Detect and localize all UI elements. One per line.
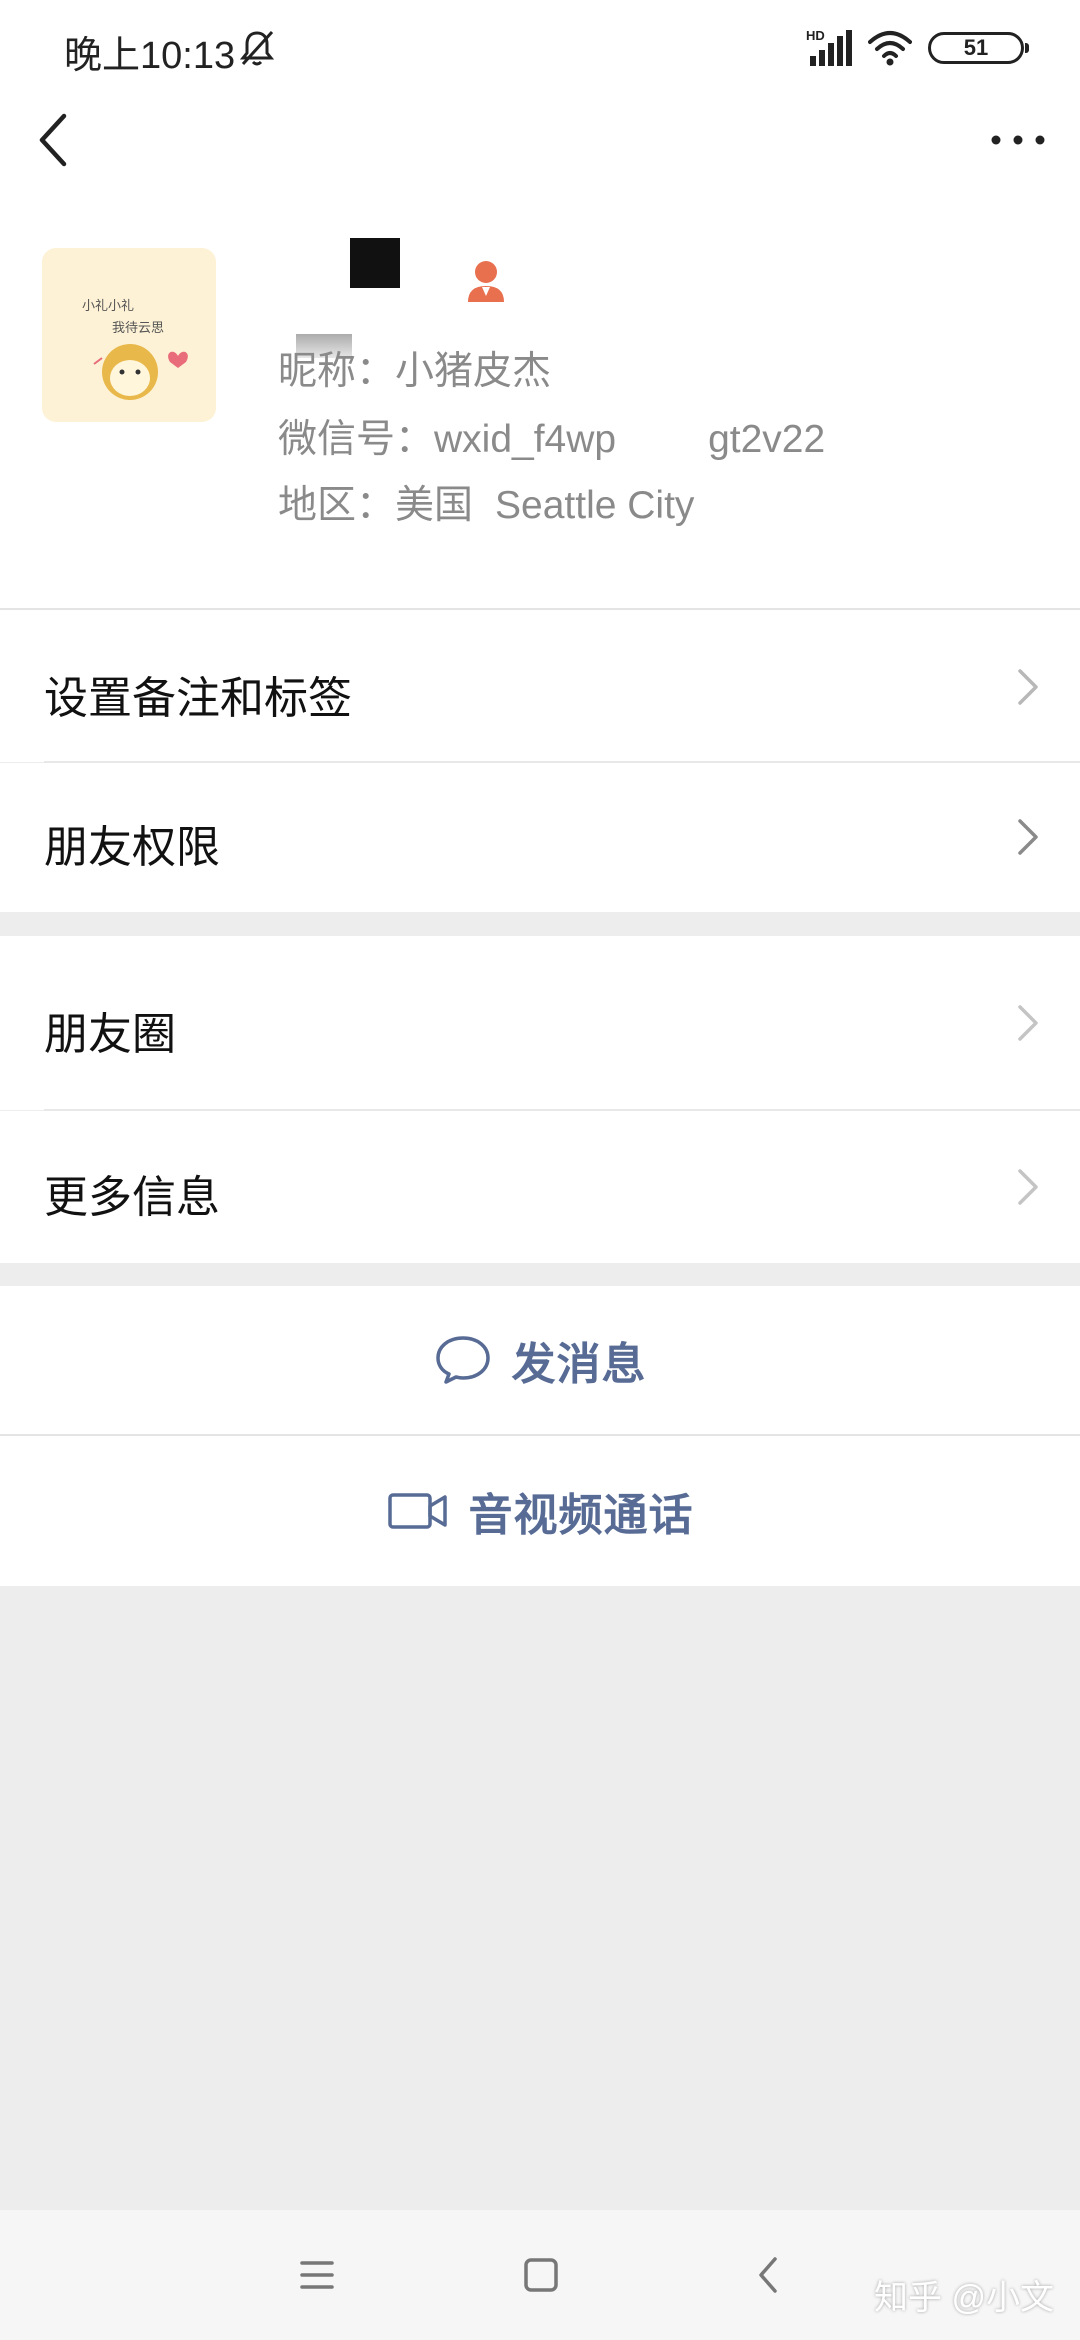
chevron-right-icon bbox=[1018, 669, 1038, 705]
wechat-id-text: 微信号：wxid_f4wp gt2v22 bbox=[278, 408, 825, 464]
video-call-button[interactable]: 音视频通话 bbox=[0, 1436, 1080, 1586]
row-more-info-label: 更多信息 bbox=[44, 1173, 220, 1222]
chevron-right-icon bbox=[1018, 1169, 1038, 1205]
avatar[interactable]: 小礼小礼 我待云思 bbox=[42, 248, 216, 422]
header-divider bbox=[0, 608, 1080, 610]
region-city: Seattle City bbox=[495, 484, 695, 527]
region-country: 地区：美国 bbox=[278, 484, 474, 527]
chevron-right-icon bbox=[1018, 1005, 1038, 1041]
battery-icon: 51 bbox=[928, 32, 1029, 64]
chevron-right-icon bbox=[1018, 819, 1038, 855]
row-moments[interactable]: 朋友圈 bbox=[0, 936, 1080, 1110]
avatar-illustration: 小礼小礼 我待云思 bbox=[82, 298, 188, 400]
row-moments-label: 朋友圈 bbox=[44, 1010, 176, 1059]
chat-bubble-icon bbox=[435, 1336, 490, 1384]
row-remark-label: 设置备注和标签 bbox=[44, 674, 352, 723]
row-remark-and-tags[interactable]: 设置备注和标签 bbox=[0, 612, 1080, 762]
wifi-icon bbox=[868, 31, 912, 66]
watermark-text: 知乎 @小文 bbox=[874, 2279, 1054, 2317]
nickname-text: 昵称：小猪皮杰 bbox=[278, 350, 552, 393]
user-badge-icon bbox=[468, 261, 504, 302]
row-more-info[interactable]: 更多信息 bbox=[0, 1111, 1080, 1263]
row-friend-permissions[interactable]: 朋友权限 bbox=[0, 763, 1080, 912]
bell-muted-icon bbox=[239, 30, 275, 66]
back-arrow-icon[interactable] bbox=[30, 108, 80, 172]
redacted-name-block bbox=[350, 238, 400, 288]
home-square-icon[interactable] bbox=[516, 2250, 566, 2300]
status-time: 晚上10:13 bbox=[64, 35, 236, 77]
contact-profile-screen: 晚上10:13 HD 51 小礼小礼 我待云思 昵称：小猪皮杰 微信号：wxid… bbox=[0, 0, 1080, 2340]
signal-icon: HD bbox=[806, 28, 852, 66]
status-bar: 晚上10:13 HD 51 bbox=[0, 0, 1080, 96]
back-triangle-icon[interactable] bbox=[744, 2250, 794, 2300]
profile-header: 晚上10:13 HD 51 小礼小礼 我待云思 昵称：小猪皮杰 微信号：wxid… bbox=[0, 0, 1080, 612]
status-indicators: HD 51 bbox=[806, 28, 1029, 68]
wechat-id-suffix: gt2v22 bbox=[708, 418, 826, 461]
send-message-label: 发消息 bbox=[511, 1340, 647, 1389]
video-camera-icon bbox=[387, 1493, 447, 1529]
region-text: 地区：美国 Seattle City bbox=[278, 474, 694, 530]
send-message-button[interactable]: 发消息 bbox=[0, 1286, 1080, 1434]
video-call-label: 音视频通话 bbox=[468, 1491, 694, 1540]
avatar-caption-line2: 我待云思 bbox=[112, 321, 164, 336]
network-label: HD bbox=[806, 28, 825, 43]
avatar-caption-line1: 小礼小礼 bbox=[82, 298, 134, 314]
row-friend-permissions-label: 朋友权限 bbox=[44, 823, 220, 872]
menu-icon[interactable] bbox=[292, 2250, 342, 2300]
more-options-icon[interactable] bbox=[986, 118, 1050, 162]
wechat-id-prefix: 微信号：wxid_f4wp bbox=[278, 418, 617, 461]
